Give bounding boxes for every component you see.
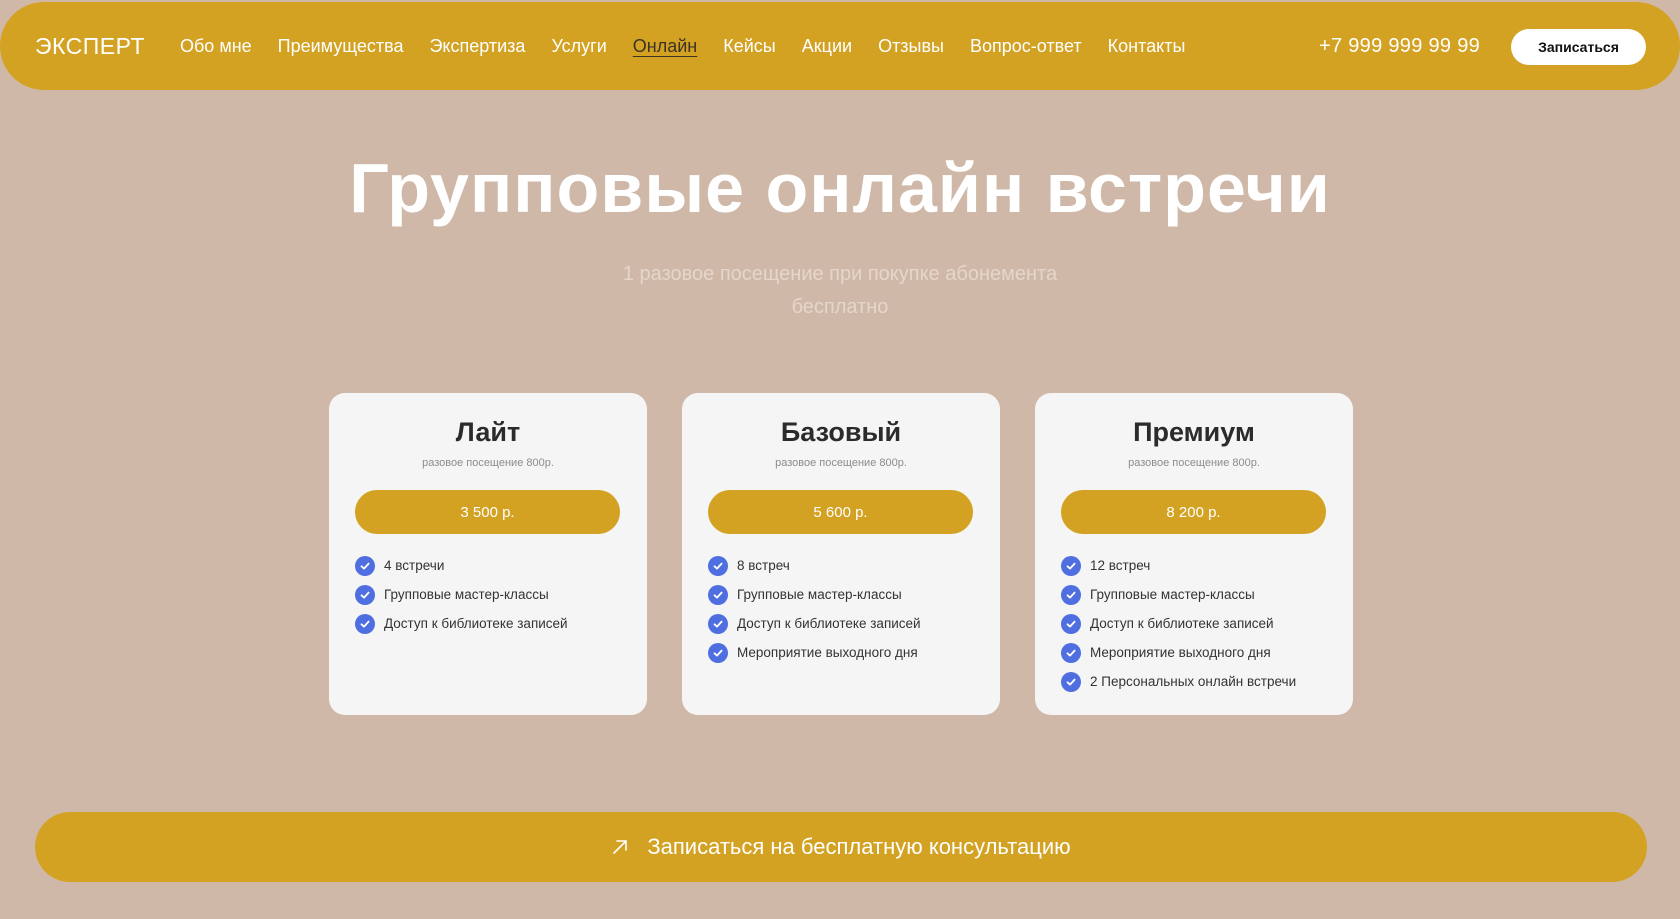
- nav-item-1[interactable]: Преимущества: [278, 36, 404, 57]
- check-icon: [1061, 584, 1081, 605]
- feature-item: 4 встречи: [355, 551, 568, 580]
- feature-label: 2 Персональных онлайн встречи: [1090, 674, 1297, 689]
- feature-list: 8 встреч Групповые мастер-классы Доступ к …: [708, 551, 921, 667]
- feature-item: Доступ к библиотеке записей: [355, 609, 568, 638]
- nav-item-9[interactable]: Контакты: [1108, 36, 1186, 57]
- nav-item-4[interactable]: Онлайн: [633, 36, 697, 57]
- feature-label: 8 встреч: [737, 558, 790, 573]
- plan-card-premium: Премиум разовое посещение 800р. 8 200 р.…: [1035, 393, 1353, 715]
- check-icon: [355, 555, 375, 576]
- plan-title: Базовый: [780, 417, 902, 447]
- plan-title: Лайт: [455, 417, 521, 447]
- feature-item: Мероприятие выходного дня: [708, 638, 921, 667]
- check-icon: [355, 613, 375, 634]
- main-nav: Обо мне Преимущества Экспертиза Услуги Онлай…: [180, 2, 1185, 90]
- feature-item: Групповые мастер-классы: [708, 580, 921, 609]
- feature-label: Групповые мастер-классы: [1090, 587, 1255, 602]
- site-header: ЭКСПЕРТ Обо мне Преимущества Экспертиза Усл…: [0, 2, 1680, 90]
- check-icon: [355, 584, 375, 605]
- page-subtitle: 1 разовое посещение при покупке абонемен…: [622, 263, 1058, 318]
- nav-item-5[interactable]: Кейсы: [723, 36, 776, 57]
- plan-price-button[interactable]: 5 600 р.: [708, 490, 973, 534]
- check-icon: [708, 584, 728, 605]
- phone-number[interactable]: +7 999 999 99 99: [1319, 2, 1480, 90]
- logo[interactable]: ЭКСПЕРТ: [35, 2, 145, 90]
- plan-price-button[interactable]: 8 200 р.: [1061, 490, 1326, 534]
- check-icon: [708, 555, 728, 576]
- plan-note: разовое посещение 800р.: [1128, 457, 1260, 469]
- feature-label: 4 встречи: [384, 558, 445, 573]
- feature-item: Мероприятие выходного дня: [1061, 638, 1296, 667]
- check-icon: [708, 613, 728, 634]
- feature-label: Групповые мастер-классы: [737, 587, 902, 602]
- feature-list: 4 встречи Групповые мастер-классы Доступ к…: [355, 551, 568, 638]
- nav-item-2[interactable]: Экспертиза: [429, 36, 525, 57]
- check-icon: [1061, 555, 1081, 576]
- check-icon: [1061, 671, 1081, 692]
- check-icon: [1061, 642, 1081, 663]
- nav-item-6[interactable]: Акции: [802, 36, 852, 57]
- feature-label: Групповые мастер-классы: [384, 587, 549, 602]
- feature-label: Доступ к библиотеке записей: [1090, 616, 1274, 631]
- plan-note: разовое посещение 800р.: [422, 457, 554, 469]
- check-icon: [1061, 613, 1081, 634]
- page-title: Групповые онлайн встречи: [349, 149, 1331, 227]
- plan-title: Премиум: [1133, 417, 1255, 447]
- feature-label: Доступ к библиотеке записей: [384, 616, 568, 631]
- check-icon: [708, 642, 728, 663]
- plan-price-button[interactable]: 3 500 р.: [355, 490, 620, 534]
- plan-card-basic: Базовый разовое посещение 800р. 5 600 р.…: [682, 393, 1000, 715]
- feature-label: Мероприятие выходного дня: [737, 645, 918, 660]
- nav-item-0[interactable]: Обо мне: [180, 36, 252, 57]
- feature-item: 2 Персональных онлайн встречи: [1061, 667, 1296, 696]
- nav-item-8[interactable]: Вопрос-ответ: [970, 36, 1082, 57]
- feature-label: 12 встреч: [1090, 558, 1151, 573]
- plan-note: разовое посещение 800р.: [775, 457, 907, 469]
- feature-list: 12 встреч Групповые мастер-классы Доступ к…: [1061, 551, 1296, 696]
- feature-item: Доступ к библиотеке записей: [708, 609, 921, 638]
- feature-item: Групповые мастер-классы: [355, 580, 568, 609]
- feature-label: Мероприятие выходного дня: [1090, 645, 1271, 660]
- feature-item: Групповые мастер-классы: [1061, 580, 1296, 609]
- free-consultation-label: Записаться на бесплатную консультацию: [647, 834, 1071, 859]
- feature-item: Доступ к библиотеке записей: [1061, 609, 1296, 638]
- plan-card-lite: Лайт разовое посещение 800р. 3 500 р. 4 …: [329, 393, 647, 715]
- feature-item: 8 встреч: [708, 551, 921, 580]
- free-consultation-button[interactable]: Записаться на бесплатную консультацию: [35, 812, 1647, 882]
- feature-item: 12 встреч: [1061, 551, 1296, 580]
- nav-item-3[interactable]: Услуги: [551, 36, 606, 57]
- arrow-up-right-icon: [613, 840, 628, 854]
- page: ЭКСПЕРТ Обо мне Преимущества Экспертиза Усл…: [0, 0, 1680, 919]
- signup-button[interactable]: Записаться: [1511, 29, 1646, 65]
- nav-item-7[interactable]: Отзывы: [878, 36, 944, 57]
- feature-label: Доступ к библиотеке записей: [737, 616, 921, 631]
